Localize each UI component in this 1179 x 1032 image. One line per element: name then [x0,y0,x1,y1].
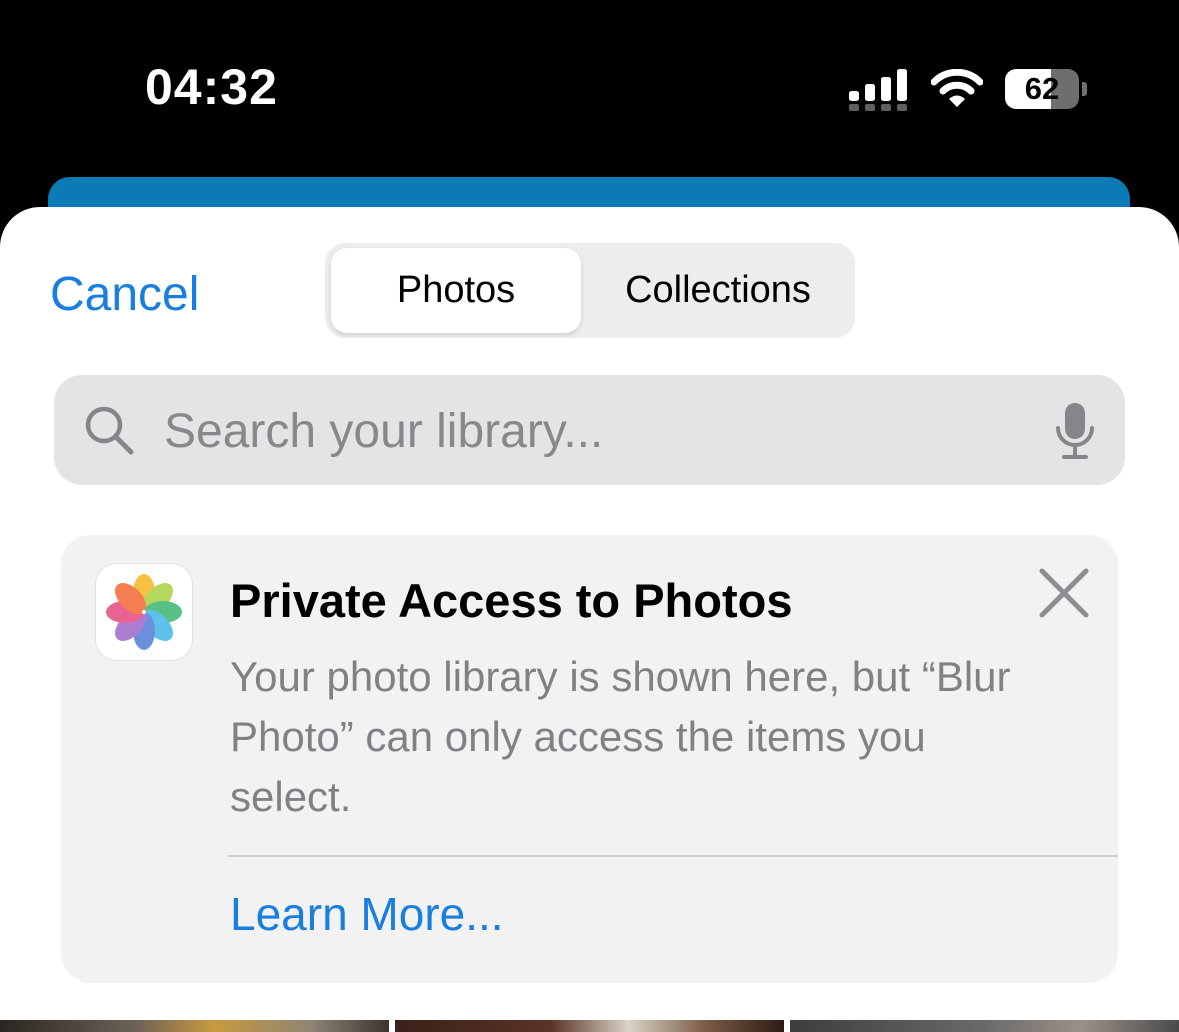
photo-thumbnail[interactable] [0,1020,389,1032]
segmented-control: Photos Collections [325,243,855,338]
battery-icon: 62 [1005,69,1087,109]
tab-photos[interactable]: Photos [331,248,581,333]
banner-title: Private Access to Photos [230,574,793,627]
photo-thumbnail[interactable] [395,1020,784,1032]
battery-level: 62 [1024,71,1060,106]
photo-thumbnail[interactable] [790,1020,1179,1032]
tab-collections[interactable]: Collections [587,248,849,333]
battery-nub [1082,82,1087,96]
divider [228,855,1118,857]
photo-grid [0,1020,1179,1032]
wifi-icon [931,69,983,107]
microphone-icon[interactable] [1055,401,1095,461]
close-icon[interactable] [1032,561,1096,625]
search-input[interactable] [162,393,1026,469]
status-time: 04:32 [145,59,278,115]
cancel-button[interactable]: Cancel [50,267,199,322]
banner-description: Your photo library is shown here, but “B… [230,653,1011,820]
search-icon [85,406,134,455]
status-icons: 62 [849,64,1087,114]
photo-picker-sheet: Cancel Photos Collections Search your li… [0,207,1179,1032]
search-bar [54,375,1125,485]
photos-app-icon [96,564,192,660]
status-bar: 04:32 62 [0,0,1179,180]
learn-more-link[interactable]: Learn More... [230,887,504,941]
cellular-signal-icon [849,69,907,111]
private-access-banner: Private Access to Photos Your photo libr… [61,535,1118,983]
